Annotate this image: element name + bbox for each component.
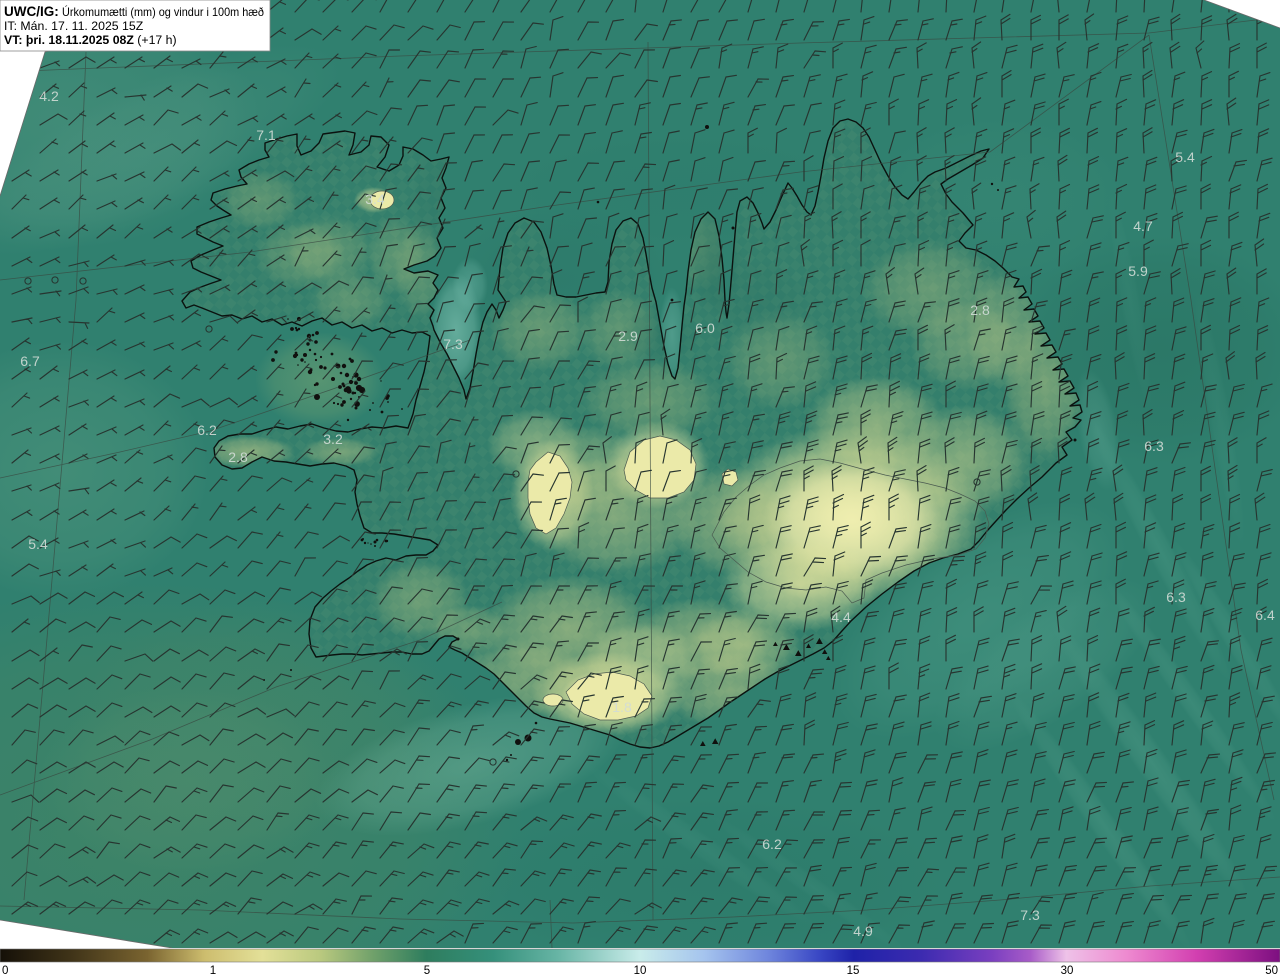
svg-text:Úrkomumætti (mm) og vindur i 1: Úrkomumætti (mm) og vindur i 100m hæð: [62, 5, 264, 19]
svg-text:2.8: 2.8: [970, 302, 990, 318]
svg-text:5: 5: [424, 965, 430, 977]
svg-text:1: 1: [210, 965, 216, 977]
svg-text:5.9: 5.9: [1128, 263, 1148, 279]
svg-text:6.3: 6.3: [1166, 589, 1186, 605]
svg-text:30: 30: [1061, 965, 1074, 977]
svg-text:IT: Mán. 17. 11. 2025 15Z: IT: Mán. 17. 11. 2025 15Z: [4, 19, 144, 33]
svg-text:6.3: 6.3: [1144, 438, 1164, 454]
svg-text:1.8: 1.8: [612, 699, 632, 715]
svg-text:6.4: 6.4: [1255, 607, 1275, 623]
svg-text:6.2: 6.2: [762, 836, 782, 852]
svg-text:7.3: 7.3: [1020, 907, 1040, 923]
svg-text:5.4: 5.4: [1175, 149, 1195, 165]
svg-text:UWC/IG:: UWC/IG:: [4, 4, 59, 19]
svg-text:50: 50: [1265, 965, 1278, 977]
svg-text:6.7: 6.7: [20, 353, 40, 369]
svg-text:5.4: 5.4: [28, 536, 48, 552]
svg-text:7.1: 7.1: [256, 127, 276, 143]
svg-text:4.4: 4.4: [831, 609, 851, 625]
svg-text:VT: þri. 18.11.2025 08Z (+17 h: VT: þri. 18.11.2025 08Z (+17 h): [4, 33, 177, 47]
svg-text:2.8: 2.8: [228, 449, 248, 465]
svg-text:4.9: 4.9: [853, 923, 873, 939]
svg-text:2.9: 2.9: [618, 328, 638, 344]
svg-text:3.2: 3.2: [323, 431, 343, 447]
svg-text:10: 10: [634, 965, 647, 977]
svg-text:15: 15: [847, 965, 860, 977]
svg-text:3.4: 3.4: [365, 191, 385, 207]
svg-text:0: 0: [2, 965, 8, 977]
svg-text:6.0: 6.0: [695, 320, 715, 336]
svg-text:7.3: 7.3: [443, 336, 463, 352]
svg-text:4.7: 4.7: [1133, 218, 1153, 234]
svg-text:4.2: 4.2: [39, 88, 59, 104]
svg-text:6.2: 6.2: [197, 422, 217, 438]
